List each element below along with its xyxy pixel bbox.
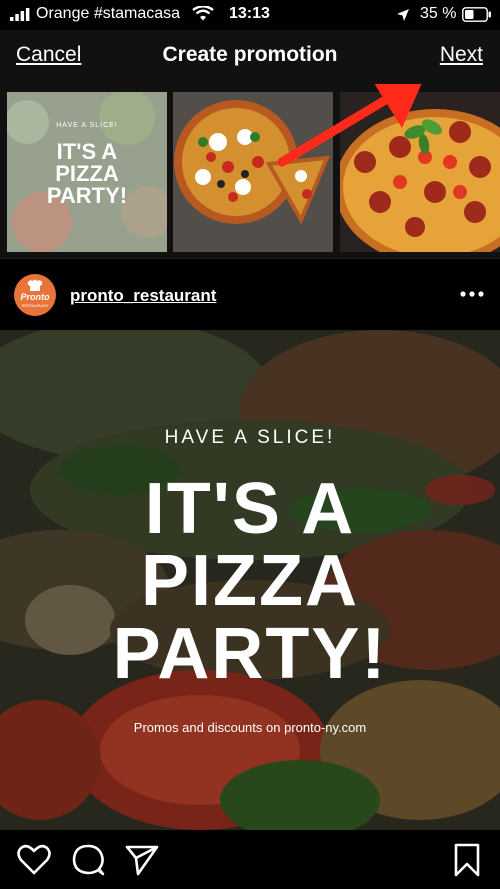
red-arrow-annotation — [277, 84, 422, 167]
navigation-bar: Cancel Create promotion Next — [0, 30, 500, 84]
avatar-logo-subtext: RESTAURANT — [21, 303, 49, 308]
post-headline-line-1: IT'S A — [144, 469, 356, 549]
status-bar: Orange #stamacasa 13:13 35 % — [0, 0, 500, 30]
battery-icon — [462, 7, 491, 22]
more-options-icon[interactable] — [456, 281, 488, 307]
signal-icon — [10, 8, 30, 21]
heart-icon[interactable] — [16, 842, 52, 878]
post-kicker: HAVE A SLICE! — [164, 427, 336, 448]
comment-icon[interactable] — [70, 842, 106, 878]
chef-hat-icon — [27, 279, 43, 291]
avatar-logo-text: Pronto — [20, 292, 50, 302]
wifi-icon — [192, 6, 214, 21]
post-action-bar — [0, 830, 500, 889]
username[interactable]: pronto_restaurant — [70, 286, 216, 306]
post-image: HAVE A SLICE! IT'S A PIZZA PARTY! Promos… — [0, 330, 500, 830]
battery-percent: 35 % — [420, 5, 457, 22]
post-headline-line-3: PARTY! — [112, 614, 388, 694]
post-promo-text: Promos and discounts on pronto-ny.com — [133, 720, 367, 735]
page-title: Create promotion — [162, 43, 338, 66]
template-carousel: HAVE A SLICE! IT'S A PIZZA PARTY! — [0, 84, 500, 258]
clock: 13:13 — [229, 5, 270, 22]
post-headline-line-2: PIZZA — [141, 541, 359, 621]
post-header: Pronto RESTAURANT pronto_restaurant — [0, 258, 500, 330]
bookmark-icon[interactable] — [449, 842, 485, 878]
send-icon[interactable] — [124, 842, 160, 878]
avatar[interactable]: Pronto RESTAURANT — [14, 274, 56, 316]
next-button[interactable]: Next — [440, 43, 483, 67]
carrier-label: Orange #stamacasa — [36, 5, 181, 22]
location-icon — [397, 9, 409, 21]
